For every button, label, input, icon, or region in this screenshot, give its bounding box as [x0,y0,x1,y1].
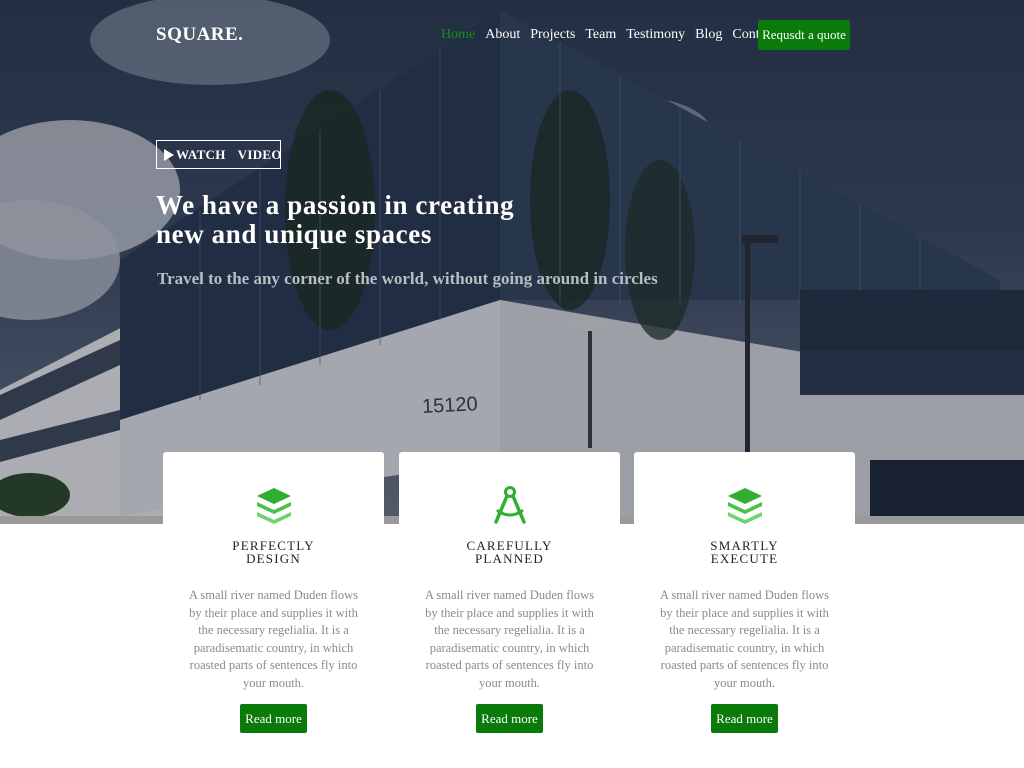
hero-section: 15120 SQUARE. Home About Projects Team T… [0,0,1024,524]
feature-card-smartly-execute: Smartly Execute A small river named Dude… [634,452,855,752]
request-quote-button[interactable]: Requsdt a quote [758,20,850,50]
drafting-compass-icon [494,486,526,524]
video-label: VIDEO [237,146,282,162]
feature-title: Perfectly Design [163,539,384,565]
feature-description: A small river named Duden flows by their… [188,588,359,690]
layers-icon [257,488,291,524]
watch-video-button[interactable]: WATCH VIDEO [156,140,281,169]
read-more-button[interactable]: Read more [240,704,307,733]
read-more-button[interactable]: Read more [476,704,543,733]
watch-label: WATCH [176,146,226,162]
feature-title-line-2: Planned [474,551,545,566]
brand-logo[interactable]: SQUARE. [156,24,243,46]
hero-overlay [0,0,1024,524]
nav-item-about[interactable]: About [485,21,520,49]
read-more-button[interactable]: Read more [711,704,778,733]
feature-description: A small river named Duden flows by their… [424,588,595,690]
nav-item-home[interactable]: Home [441,21,475,49]
nav-item-team[interactable]: Team [585,21,616,49]
headline-line-1: We have a passion in creating [156,190,515,220]
feature-card-carefully-planned: Carefully Planned A small river named Du… [399,452,620,752]
nav-item-testimony[interactable]: Testimony [626,21,685,49]
main-nav: Home About Projects Team Testimony Blog … [441,21,786,49]
feature-card-perfectly-design: Perfectly Design A small river named Dud… [163,452,384,752]
feature-description: A small river named Duden flows by their… [659,588,830,690]
layers-icon [728,488,762,524]
feature-title: Carefully Planned [399,539,620,565]
headline-line-2: new and unique spaces [156,219,432,249]
hero-subline: Travel to the any corner of the world, w… [157,269,658,288]
hero-headline: We have a passion in creating new and un… [156,191,576,249]
feature-title: Smartly Execute [634,539,855,565]
feature-title-line-2: Design [246,551,301,566]
nav-item-projects[interactable]: Projects [530,21,575,49]
nav-item-blog[interactable]: Blog [695,21,722,49]
play-icon [164,148,174,161]
feature-title-line-2: Execute [710,551,779,566]
